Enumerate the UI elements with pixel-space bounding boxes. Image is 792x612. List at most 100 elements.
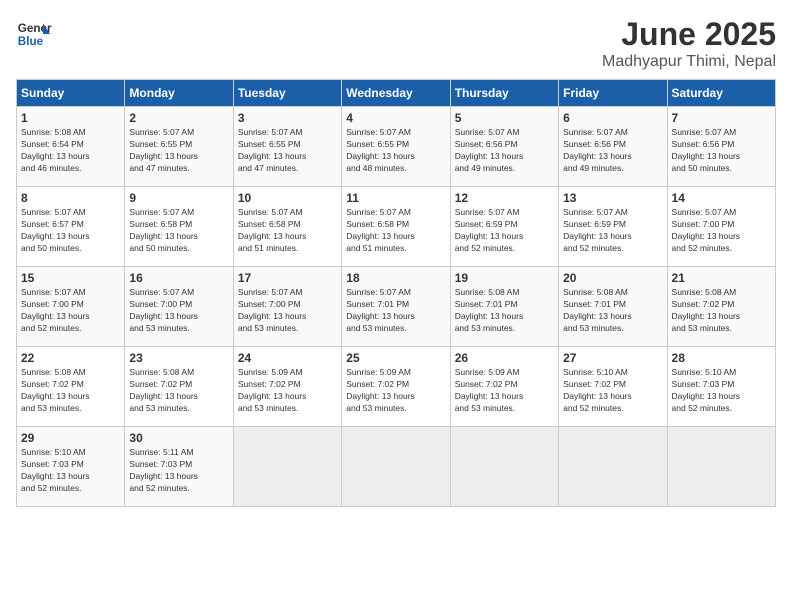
day-number: 1 <box>21 111 120 125</box>
day-info: Sunrise: 5:07 AMSunset: 7:01 PMDaylight:… <box>346 287 445 335</box>
calendar-cell: 7 Sunrise: 5:07 AMSunset: 6:56 PMDaylight… <box>667 107 775 187</box>
calendar-week-1: 1 Sunrise: 5:08 AMSunset: 6:54 PMDaylight… <box>17 107 776 187</box>
calendar-cell: 23Sunrise: 5:08 AMSunset: 7:02 PMDayligh… <box>125 347 233 427</box>
calendar-subtitle: Madhyapur Thimi, Nepal <box>602 53 776 71</box>
calendar-cell: 29Sunrise: 5:10 AMSunset: 7:03 PMDayligh… <box>17 427 125 507</box>
day-number: 6 <box>563 111 662 125</box>
day-info: Sunrise: 5:07 AMSunset: 7:00 PMDaylight:… <box>672 207 771 255</box>
calendar-cell: 6 Sunrise: 5:07 AMSunset: 6:56 PMDaylight… <box>559 107 667 187</box>
calendar-cell: 2 Sunrise: 5:07 AMSunset: 6:55 PMDaylight… <box>125 107 233 187</box>
day-number: 3 <box>238 111 337 125</box>
day-info: Sunrise: 5:07 AMSunset: 7:00 PMDaylight:… <box>238 287 337 335</box>
day-number: 17 <box>238 271 337 285</box>
calendar-cell: 22 Sunrise: 5:08 AMSunset: 7:02 PMDayligh… <box>17 347 125 427</box>
logo: General Blue <box>16 16 52 52</box>
day-number: 29 <box>21 431 120 445</box>
day-number: 8 <box>21 191 120 205</box>
day-info: Sunrise: 5:07 AMSunset: 7:00 PMDaylight:… <box>21 287 120 335</box>
day-number: 28 <box>672 351 771 365</box>
day-info: Sunrise: 5:07 AMSunset: 6:55 PMDaylight:… <box>129 127 228 175</box>
column-header-tuesday: Tuesday <box>233 80 341 107</box>
day-info: Sunrise: 5:11 AMSunset: 7:03 PMDaylight:… <box>129 447 228 495</box>
calendar-cell <box>559 427 667 507</box>
day-info: Sunrise: 5:09 AMSunset: 7:02 PMDaylight:… <box>455 367 554 415</box>
calendar-cell: 11 Sunrise: 5:07 AMSunset: 6:58 PMDayligh… <box>342 187 450 267</box>
day-info: Sunrise: 5:07 AMSunset: 6:58 PMDaylight:… <box>346 207 445 255</box>
day-number: 26 <box>455 351 554 365</box>
day-info: Sunrise: 5:08 AMSunset: 7:02 PMDaylight:… <box>21 367 120 415</box>
calendar-cell: 10Sunrise: 5:07 AMSunset: 6:58 PMDayligh… <box>233 187 341 267</box>
day-number: 21 <box>672 271 771 285</box>
day-number: 2 <box>129 111 228 125</box>
day-number: 24 <box>238 351 337 365</box>
calendar-cell: 4 Sunrise: 5:07 AMSunset: 6:55 PMDaylight… <box>342 107 450 187</box>
day-info: Sunrise: 5:07 AMSunset: 6:58 PMDaylight:… <box>129 207 228 255</box>
calendar-cell: 12 Sunrise: 5:07 AMSunset: 6:59 PMDayligh… <box>450 187 558 267</box>
calendar-cell: 1 Sunrise: 5:08 AMSunset: 6:54 PMDaylight… <box>17 107 125 187</box>
calendar-cell: 5Sunrise: 5:07 AMSunset: 6:56 PMDaylight… <box>450 107 558 187</box>
calendar-week-4: 22 Sunrise: 5:08 AMSunset: 7:02 PMDayligh… <box>17 347 776 427</box>
calendar-cell: 9 Sunrise: 5:07 AMSunset: 6:58 PMDaylight… <box>125 187 233 267</box>
day-info: Sunrise: 5:09 AMSunset: 7:02 PMDaylight:… <box>238 367 337 415</box>
day-number: 18 <box>346 271 445 285</box>
calendar-body: 1 Sunrise: 5:08 AMSunset: 6:54 PMDaylight… <box>17 107 776 507</box>
calendar-week-3: 15 Sunrise: 5:07 AMSunset: 7:00 PMDayligh… <box>17 267 776 347</box>
day-number: 19 <box>455 271 554 285</box>
calendar-cell: 25Sunrise: 5:09 AMSunset: 7:02 PMDayligh… <box>342 347 450 427</box>
column-header-saturday: Saturday <box>667 80 775 107</box>
day-info: Sunrise: 5:07 AMSunset: 6:57 PMDaylight:… <box>21 207 120 255</box>
page-header: General Blue June 2025 Madhyapur Thimi, … <box>16 16 776 71</box>
day-number: 12 <box>455 191 554 205</box>
logo-icon: General Blue <box>16 16 52 52</box>
column-header-wednesday: Wednesday <box>342 80 450 107</box>
day-info: Sunrise: 5:08 AMSunset: 7:02 PMDaylight:… <box>672 287 771 335</box>
calendar-week-5: 29Sunrise: 5:10 AMSunset: 7:03 PMDayligh… <box>17 427 776 507</box>
calendar-cell: 20Sunrise: 5:08 AMSunset: 7:01 PMDayligh… <box>559 267 667 347</box>
day-number: 9 <box>129 191 228 205</box>
calendar-cell: 13Sunrise: 5:07 AMSunset: 6:59 PMDayligh… <box>559 187 667 267</box>
day-number: 10 <box>238 191 337 205</box>
column-header-sunday: Sunday <box>17 80 125 107</box>
day-number: 15 <box>21 271 120 285</box>
day-number: 30 <box>129 431 228 445</box>
column-header-friday: Friday <box>559 80 667 107</box>
day-info: Sunrise: 5:08 AMSunset: 6:54 PMDaylight:… <box>21 127 120 175</box>
day-number: 23 <box>129 351 228 365</box>
calendar-cell <box>342 427 450 507</box>
calendar-header-row: SundayMondayTuesdayWednesdayThursdayFrid… <box>17 80 776 107</box>
day-info: Sunrise: 5:07 AMSunset: 6:56 PMDaylight:… <box>672 127 771 175</box>
title-area: June 2025 Madhyapur Thimi, Nepal <box>602 16 776 71</box>
day-number: 20 <box>563 271 662 285</box>
svg-text:Blue: Blue <box>18 35 44 48</box>
column-header-monday: Monday <box>125 80 233 107</box>
day-info: Sunrise: 5:07 AMSunset: 6:55 PMDaylight:… <box>346 127 445 175</box>
day-number: 11 <box>346 191 445 205</box>
day-info: Sunrise: 5:07 AMSunset: 6:56 PMDaylight:… <box>563 127 662 175</box>
day-number: 22 <box>21 351 120 365</box>
day-info: Sunrise: 5:10 AMSunset: 7:02 PMDaylight:… <box>563 367 662 415</box>
day-info: Sunrise: 5:07 AMSunset: 7:00 PMDaylight:… <box>129 287 228 335</box>
calendar-table: SundayMondayTuesdayWednesdayThursdayFrid… <box>16 79 776 507</box>
calendar-cell: 27Sunrise: 5:10 AMSunset: 7:02 PMDayligh… <box>559 347 667 427</box>
calendar-cell <box>233 427 341 507</box>
calendar-cell <box>450 427 558 507</box>
day-number: 5 <box>455 111 554 125</box>
calendar-cell: 30 Sunrise: 5:11 AMSunset: 7:03 PMDayligh… <box>125 427 233 507</box>
day-number: 4 <box>346 111 445 125</box>
calendar-cell: 15 Sunrise: 5:07 AMSunset: 7:00 PMDayligh… <box>17 267 125 347</box>
day-number: 7 <box>672 111 771 125</box>
day-info: Sunrise: 5:10 AMSunset: 7:03 PMDaylight:… <box>672 367 771 415</box>
calendar-cell: 21 Sunrise: 5:08 AMSunset: 7:02 PMDayligh… <box>667 267 775 347</box>
day-info: Sunrise: 5:08 AMSunset: 7:01 PMDaylight:… <box>455 287 554 335</box>
calendar-cell: 26 Sunrise: 5:09 AMSunset: 7:02 PMDayligh… <box>450 347 558 427</box>
day-info: Sunrise: 5:07 AMSunset: 6:55 PMDaylight:… <box>238 127 337 175</box>
day-number: 13 <box>563 191 662 205</box>
day-info: Sunrise: 5:09 AMSunset: 7:02 PMDaylight:… <box>346 367 445 415</box>
day-number: 14 <box>672 191 771 205</box>
day-number: 16 <box>129 271 228 285</box>
calendar-cell: 14 Sunrise: 5:07 AMSunset: 7:00 PMDayligh… <box>667 187 775 267</box>
day-info: Sunrise: 5:07 AMSunset: 6:59 PMDaylight:… <box>455 207 554 255</box>
calendar-week-2: 8 Sunrise: 5:07 AMSunset: 6:57 PMDaylight… <box>17 187 776 267</box>
calendar-cell: 18 Sunrise: 5:07 AMSunset: 7:01 PMDayligh… <box>342 267 450 347</box>
calendar-cell: 8 Sunrise: 5:07 AMSunset: 6:57 PMDaylight… <box>17 187 125 267</box>
